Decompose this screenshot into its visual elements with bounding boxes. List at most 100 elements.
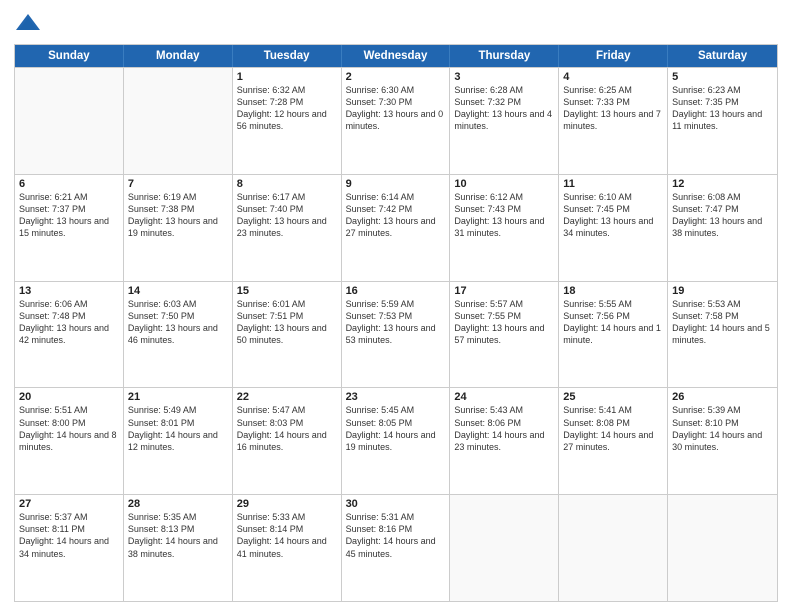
day-detail: Sunrise: 5:35 AM Sunset: 8:13 PM Dayligh… (128, 511, 228, 560)
empty-cell (15, 68, 124, 174)
day-number: 9 (346, 178, 446, 190)
week-row-1: 1Sunrise: 6:32 AM Sunset: 7:28 PM Daylig… (15, 67, 777, 174)
day-cell-8: 8Sunrise: 6:17 AM Sunset: 7:40 PM Daylig… (233, 175, 342, 281)
calendar-header: SundayMondayTuesdayWednesdayThursdayFrid… (15, 45, 777, 67)
day-cell-19: 19Sunrise: 5:53 AM Sunset: 7:58 PM Dayli… (668, 282, 777, 388)
empty-cell (124, 68, 233, 174)
day-detail: Sunrise: 6:23 AM Sunset: 7:35 PM Dayligh… (672, 84, 773, 133)
day-number: 26 (672, 391, 773, 403)
day-detail: Sunrise: 6:32 AM Sunset: 7:28 PM Dayligh… (237, 84, 337, 133)
day-number: 30 (346, 498, 446, 510)
week-row-5: 27Sunrise: 5:37 AM Sunset: 8:11 PM Dayli… (15, 494, 777, 601)
day-header-tuesday: Tuesday (233, 45, 342, 67)
day-detail: Sunrise: 5:45 AM Sunset: 8:05 PM Dayligh… (346, 404, 446, 453)
day-cell-7: 7Sunrise: 6:19 AM Sunset: 7:38 PM Daylig… (124, 175, 233, 281)
day-cell-10: 10Sunrise: 6:12 AM Sunset: 7:43 PM Dayli… (450, 175, 559, 281)
day-cell-20: 20Sunrise: 5:51 AM Sunset: 8:00 PM Dayli… (15, 388, 124, 494)
day-cell-17: 17Sunrise: 5:57 AM Sunset: 7:55 PM Dayli… (450, 282, 559, 388)
day-number: 24 (454, 391, 554, 403)
day-cell-13: 13Sunrise: 6:06 AM Sunset: 7:48 PM Dayli… (15, 282, 124, 388)
day-cell-23: 23Sunrise: 5:45 AM Sunset: 8:05 PM Dayli… (342, 388, 451, 494)
page: SundayMondayTuesdayWednesdayThursdayFrid… (0, 0, 792, 612)
day-cell-29: 29Sunrise: 5:33 AM Sunset: 8:14 PM Dayli… (233, 495, 342, 601)
day-cell-14: 14Sunrise: 6:03 AM Sunset: 7:50 PM Dayli… (124, 282, 233, 388)
day-number: 10 (454, 178, 554, 190)
week-row-2: 6Sunrise: 6:21 AM Sunset: 7:37 PM Daylig… (15, 174, 777, 281)
day-number: 16 (346, 285, 446, 297)
day-cell-26: 26Sunrise: 5:39 AM Sunset: 8:10 PM Dayli… (668, 388, 777, 494)
day-number: 15 (237, 285, 337, 297)
day-detail: Sunrise: 6:12 AM Sunset: 7:43 PM Dayligh… (454, 191, 554, 240)
empty-cell (668, 495, 777, 601)
day-detail: Sunrise: 6:06 AM Sunset: 7:48 PM Dayligh… (19, 298, 119, 347)
day-number: 6 (19, 178, 119, 190)
day-header-thursday: Thursday (450, 45, 559, 67)
day-number: 13 (19, 285, 119, 297)
day-number: 8 (237, 178, 337, 190)
day-detail: Sunrise: 5:51 AM Sunset: 8:00 PM Dayligh… (19, 404, 119, 453)
day-detail: Sunrise: 5:39 AM Sunset: 8:10 PM Dayligh… (672, 404, 773, 453)
day-detail: Sunrise: 6:30 AM Sunset: 7:30 PM Dayligh… (346, 84, 446, 133)
day-detail: Sunrise: 5:57 AM Sunset: 7:55 PM Dayligh… (454, 298, 554, 347)
day-header-wednesday: Wednesday (342, 45, 451, 67)
day-detail: Sunrise: 5:43 AM Sunset: 8:06 PM Dayligh… (454, 404, 554, 453)
day-cell-5: 5Sunrise: 6:23 AM Sunset: 7:35 PM Daylig… (668, 68, 777, 174)
day-cell-24: 24Sunrise: 5:43 AM Sunset: 8:06 PM Dayli… (450, 388, 559, 494)
day-number: 21 (128, 391, 228, 403)
day-cell-6: 6Sunrise: 6:21 AM Sunset: 7:37 PM Daylig… (15, 175, 124, 281)
day-number: 23 (346, 391, 446, 403)
day-cell-9: 9Sunrise: 6:14 AM Sunset: 7:42 PM Daylig… (342, 175, 451, 281)
day-cell-11: 11Sunrise: 6:10 AM Sunset: 7:45 PM Dayli… (559, 175, 668, 281)
day-detail: Sunrise: 5:41 AM Sunset: 8:08 PM Dayligh… (563, 404, 663, 453)
day-number: 27 (19, 498, 119, 510)
day-number: 22 (237, 391, 337, 403)
day-detail: Sunrise: 5:31 AM Sunset: 8:16 PM Dayligh… (346, 511, 446, 560)
day-detail: Sunrise: 6:25 AM Sunset: 7:33 PM Dayligh… (563, 84, 663, 133)
day-detail: Sunrise: 5:55 AM Sunset: 7:56 PM Dayligh… (563, 298, 663, 347)
day-detail: Sunrise: 6:14 AM Sunset: 7:42 PM Dayligh… (346, 191, 446, 240)
day-number: 19 (672, 285, 773, 297)
day-cell-4: 4Sunrise: 6:25 AM Sunset: 7:33 PM Daylig… (559, 68, 668, 174)
day-cell-28: 28Sunrise: 5:35 AM Sunset: 8:13 PM Dayli… (124, 495, 233, 601)
day-detail: Sunrise: 6:19 AM Sunset: 7:38 PM Dayligh… (128, 191, 228, 240)
day-cell-21: 21Sunrise: 5:49 AM Sunset: 8:01 PM Dayli… (124, 388, 233, 494)
day-number: 12 (672, 178, 773, 190)
empty-cell (450, 495, 559, 601)
logo-icon (14, 10, 42, 38)
week-row-4: 20Sunrise: 5:51 AM Sunset: 8:00 PM Dayli… (15, 387, 777, 494)
day-number: 29 (237, 498, 337, 510)
day-number: 17 (454, 285, 554, 297)
day-detail: Sunrise: 6:21 AM Sunset: 7:37 PM Dayligh… (19, 191, 119, 240)
day-detail: Sunrise: 6:10 AM Sunset: 7:45 PM Dayligh… (563, 191, 663, 240)
calendar: SundayMondayTuesdayWednesdayThursdayFrid… (14, 44, 778, 602)
day-detail: Sunrise: 5:49 AM Sunset: 8:01 PM Dayligh… (128, 404, 228, 453)
day-header-saturday: Saturday (668, 45, 777, 67)
day-detail: Sunrise: 5:53 AM Sunset: 7:58 PM Dayligh… (672, 298, 773, 347)
week-row-3: 13Sunrise: 6:06 AM Sunset: 7:48 PM Dayli… (15, 281, 777, 388)
day-number: 25 (563, 391, 663, 403)
day-detail: Sunrise: 6:17 AM Sunset: 7:40 PM Dayligh… (237, 191, 337, 240)
day-cell-25: 25Sunrise: 5:41 AM Sunset: 8:08 PM Dayli… (559, 388, 668, 494)
day-cell-16: 16Sunrise: 5:59 AM Sunset: 7:53 PM Dayli… (342, 282, 451, 388)
day-header-sunday: Sunday (15, 45, 124, 67)
day-number: 4 (563, 71, 663, 83)
day-number: 14 (128, 285, 228, 297)
empty-cell (559, 495, 668, 601)
day-cell-3: 3Sunrise: 6:28 AM Sunset: 7:32 PM Daylig… (450, 68, 559, 174)
day-cell-1: 1Sunrise: 6:32 AM Sunset: 7:28 PM Daylig… (233, 68, 342, 174)
day-detail: Sunrise: 6:08 AM Sunset: 7:47 PM Dayligh… (672, 191, 773, 240)
day-number: 5 (672, 71, 773, 83)
day-number: 20 (19, 391, 119, 403)
header (14, 10, 778, 38)
day-number: 28 (128, 498, 228, 510)
day-number: 3 (454, 71, 554, 83)
day-cell-18: 18Sunrise: 5:55 AM Sunset: 7:56 PM Dayli… (559, 282, 668, 388)
day-detail: Sunrise: 5:37 AM Sunset: 8:11 PM Dayligh… (19, 511, 119, 560)
day-detail: Sunrise: 6:03 AM Sunset: 7:50 PM Dayligh… (128, 298, 228, 347)
day-cell-2: 2Sunrise: 6:30 AM Sunset: 7:30 PM Daylig… (342, 68, 451, 174)
logo (14, 10, 46, 38)
day-detail: Sunrise: 5:47 AM Sunset: 8:03 PM Dayligh… (237, 404, 337, 453)
day-number: 7 (128, 178, 228, 190)
day-cell-30: 30Sunrise: 5:31 AM Sunset: 8:16 PM Dayli… (342, 495, 451, 601)
day-cell-15: 15Sunrise: 6:01 AM Sunset: 7:51 PM Dayli… (233, 282, 342, 388)
